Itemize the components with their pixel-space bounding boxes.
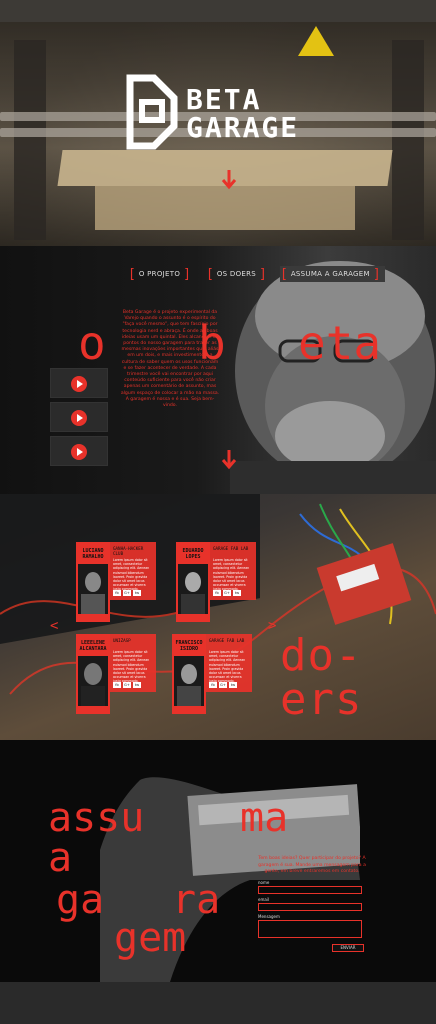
- doers-heading-line1: do-: [280, 630, 363, 681]
- contact-word: ma: [240, 795, 289, 841]
- bracket-left: [: [280, 266, 288, 282]
- nav-label: OS DOERS: [216, 270, 257, 278]
- contact-word: gem: [114, 915, 187, 961]
- contact-section: assu ma a ga ra gem Tem boas ideias? Que…: [0, 740, 436, 982]
- bracket-right: ]: [183, 266, 191, 282]
- play-icon: [71, 444, 87, 460]
- doer-card[interactable]: LUCIANO RAMALHO GANHA-HACKER CLUB Lorem …: [76, 542, 156, 622]
- doer-bio: Lorem ipsum dolor sit amet, consectetur …: [213, 558, 250, 591]
- google-plus-icon[interactable]: G+: [219, 682, 227, 688]
- about-text: Beta Garage é o projeto experimental da …: [120, 310, 220, 409]
- nav-item-assuma[interactable]: [ ASSUMA A GARAGEM ]: [280, 266, 385, 282]
- doer-name: LUCIANO RAMALHO: [82, 548, 104, 560]
- arrow-down-icon[interactable]: [221, 450, 237, 470]
- about-word-o: o: [78, 316, 106, 370]
- contact-word: a: [48, 835, 73, 881]
- printer-pillar: [14, 40, 46, 240]
- brand-name-line2: GARAGE: [186, 111, 300, 144]
- doer-bio: Lorem ipsum dolor sit amet, consectetur …: [113, 558, 150, 591]
- google-plus-icon[interactable]: G+: [223, 590, 231, 596]
- play-icon: [71, 410, 87, 426]
- contact-word: ra: [172, 877, 221, 923]
- doer-photo: [78, 656, 108, 706]
- twitter-icon[interactable]: tw: [229, 682, 237, 688]
- doer-role: UNIZASP: [113, 638, 131, 643]
- bracket-right: ]: [259, 266, 267, 282]
- doer-role: GARAGE FAB LAB: [209, 638, 245, 643]
- chevron-left-icon[interactable]: <: [50, 618, 58, 634]
- doer-name: LEEELENE ALCANTARA: [79, 640, 107, 652]
- email-field[interactable]: [258, 902, 362, 911]
- contact-word: ga: [56, 877, 105, 923]
- arrow-down-icon[interactable]: [221, 170, 237, 190]
- nav-item-projeto[interactable]: [ O PROJETO ]: [128, 266, 191, 282]
- doers-heading: do- ers: [280, 634, 362, 722]
- contact-intro: Tem boas ideias? Quer participar do proj…: [258, 856, 366, 875]
- social-links: fb G+ tw: [113, 590, 141, 596]
- warning-icon: [298, 26, 334, 56]
- doer-photo: [178, 564, 208, 614]
- email-label: email: [258, 896, 270, 902]
- facebook-icon[interactable]: fb: [213, 590, 221, 596]
- social-links: fb G+ tw: [113, 682, 141, 688]
- twitter-icon[interactable]: tw: [233, 590, 241, 596]
- nav-label: ASSUMA A GARAGEM: [290, 270, 370, 278]
- doer-name: EDUARDO LOPES: [182, 548, 204, 560]
- footer: [0, 982, 436, 1024]
- printer-base: [95, 186, 355, 230]
- portrait-image: [230, 261, 436, 494]
- google-plus-icon[interactable]: G+: [123, 590, 131, 596]
- doer-photo: [174, 656, 204, 706]
- bracket-right: ]: [372, 266, 381, 282]
- bracket-left: [: [128, 266, 136, 282]
- contact-form: Tem boas ideias? Quer participar do proj…: [258, 856, 366, 952]
- doer-bio: Lorem ipsum dolor sit amet, consectetur …: [209, 650, 246, 683]
- name-field[interactable]: [258, 885, 362, 894]
- doers-section: LUCIANO RAMALHO GANHA-HACKER CLUB Lorem …: [0, 494, 436, 740]
- message-label: Mensagem: [258, 913, 280, 919]
- about-word-eta: eta: [298, 316, 382, 370]
- facebook-icon[interactable]: fb: [113, 590, 121, 596]
- doer-card[interactable]: EDUARDO LOPES GARAGE FAB LAB Lorem ipsum…: [176, 542, 256, 622]
- printer-pillar: [392, 40, 424, 240]
- video-thumb[interactable]: [50, 368, 108, 398]
- doers-heading-line2: ers: [280, 674, 363, 725]
- facebook-icon[interactable]: fb: [113, 682, 121, 688]
- brand-logo[interactable]: BETA GARAGE: [124, 72, 324, 156]
- twitter-icon[interactable]: tw: [133, 682, 141, 688]
- doer-bio: Lorem ipsum dolor sit amet, consectetur …: [113, 650, 150, 683]
- name-label: nome: [258, 879, 270, 885]
- send-button[interactable]: ENVIAR: [332, 943, 364, 952]
- nav-label: O PROJETO: [138, 270, 181, 278]
- about-section: [ O PROJETO ] [ OS DOERS ] [ ASSUMA A GA…: [0, 246, 436, 494]
- social-links: fb G+ tw: [209, 682, 237, 688]
- doer-role: GARAGE FAB LAB: [213, 546, 249, 551]
- message-field[interactable]: [258, 919, 362, 938]
- doer-name: FRANCISCO ISIDRO: [175, 640, 203, 652]
- social-links: fb G+ tw: [213, 590, 241, 596]
- doer-card[interactable]: LEEELENE ALCANTARA UNIZASP Lorem ipsum d…: [76, 634, 156, 714]
- doer-card[interactable]: FRANCISCO ISIDRO GARAGE FAB LAB Lorem ip…: [172, 634, 252, 714]
- facebook-icon[interactable]: fb: [209, 682, 217, 688]
- video-thumb[interactable]: [50, 436, 108, 466]
- video-thumb[interactable]: [50, 402, 108, 432]
- play-icon: [71, 376, 87, 392]
- doer-role: GANHA-HACKER CLUB: [113, 546, 144, 556]
- nav-item-doers[interactable]: [ OS DOERS ]: [206, 266, 267, 282]
- hero-section: BETA GARAGE: [0, 0, 436, 246]
- chevron-right-icon[interactable]: >: [268, 618, 276, 634]
- twitter-icon[interactable]: tw: [133, 590, 141, 596]
- bracket-left: [: [206, 266, 214, 282]
- google-plus-icon[interactable]: G+: [123, 682, 131, 688]
- brand-name-line1: BETA: [186, 83, 262, 116]
- doer-photo: [78, 564, 108, 614]
- beta-garage-logo-icon: [126, 74, 178, 150]
- printer-frame: [0, 0, 436, 22]
- contact-word: assu: [48, 795, 145, 841]
